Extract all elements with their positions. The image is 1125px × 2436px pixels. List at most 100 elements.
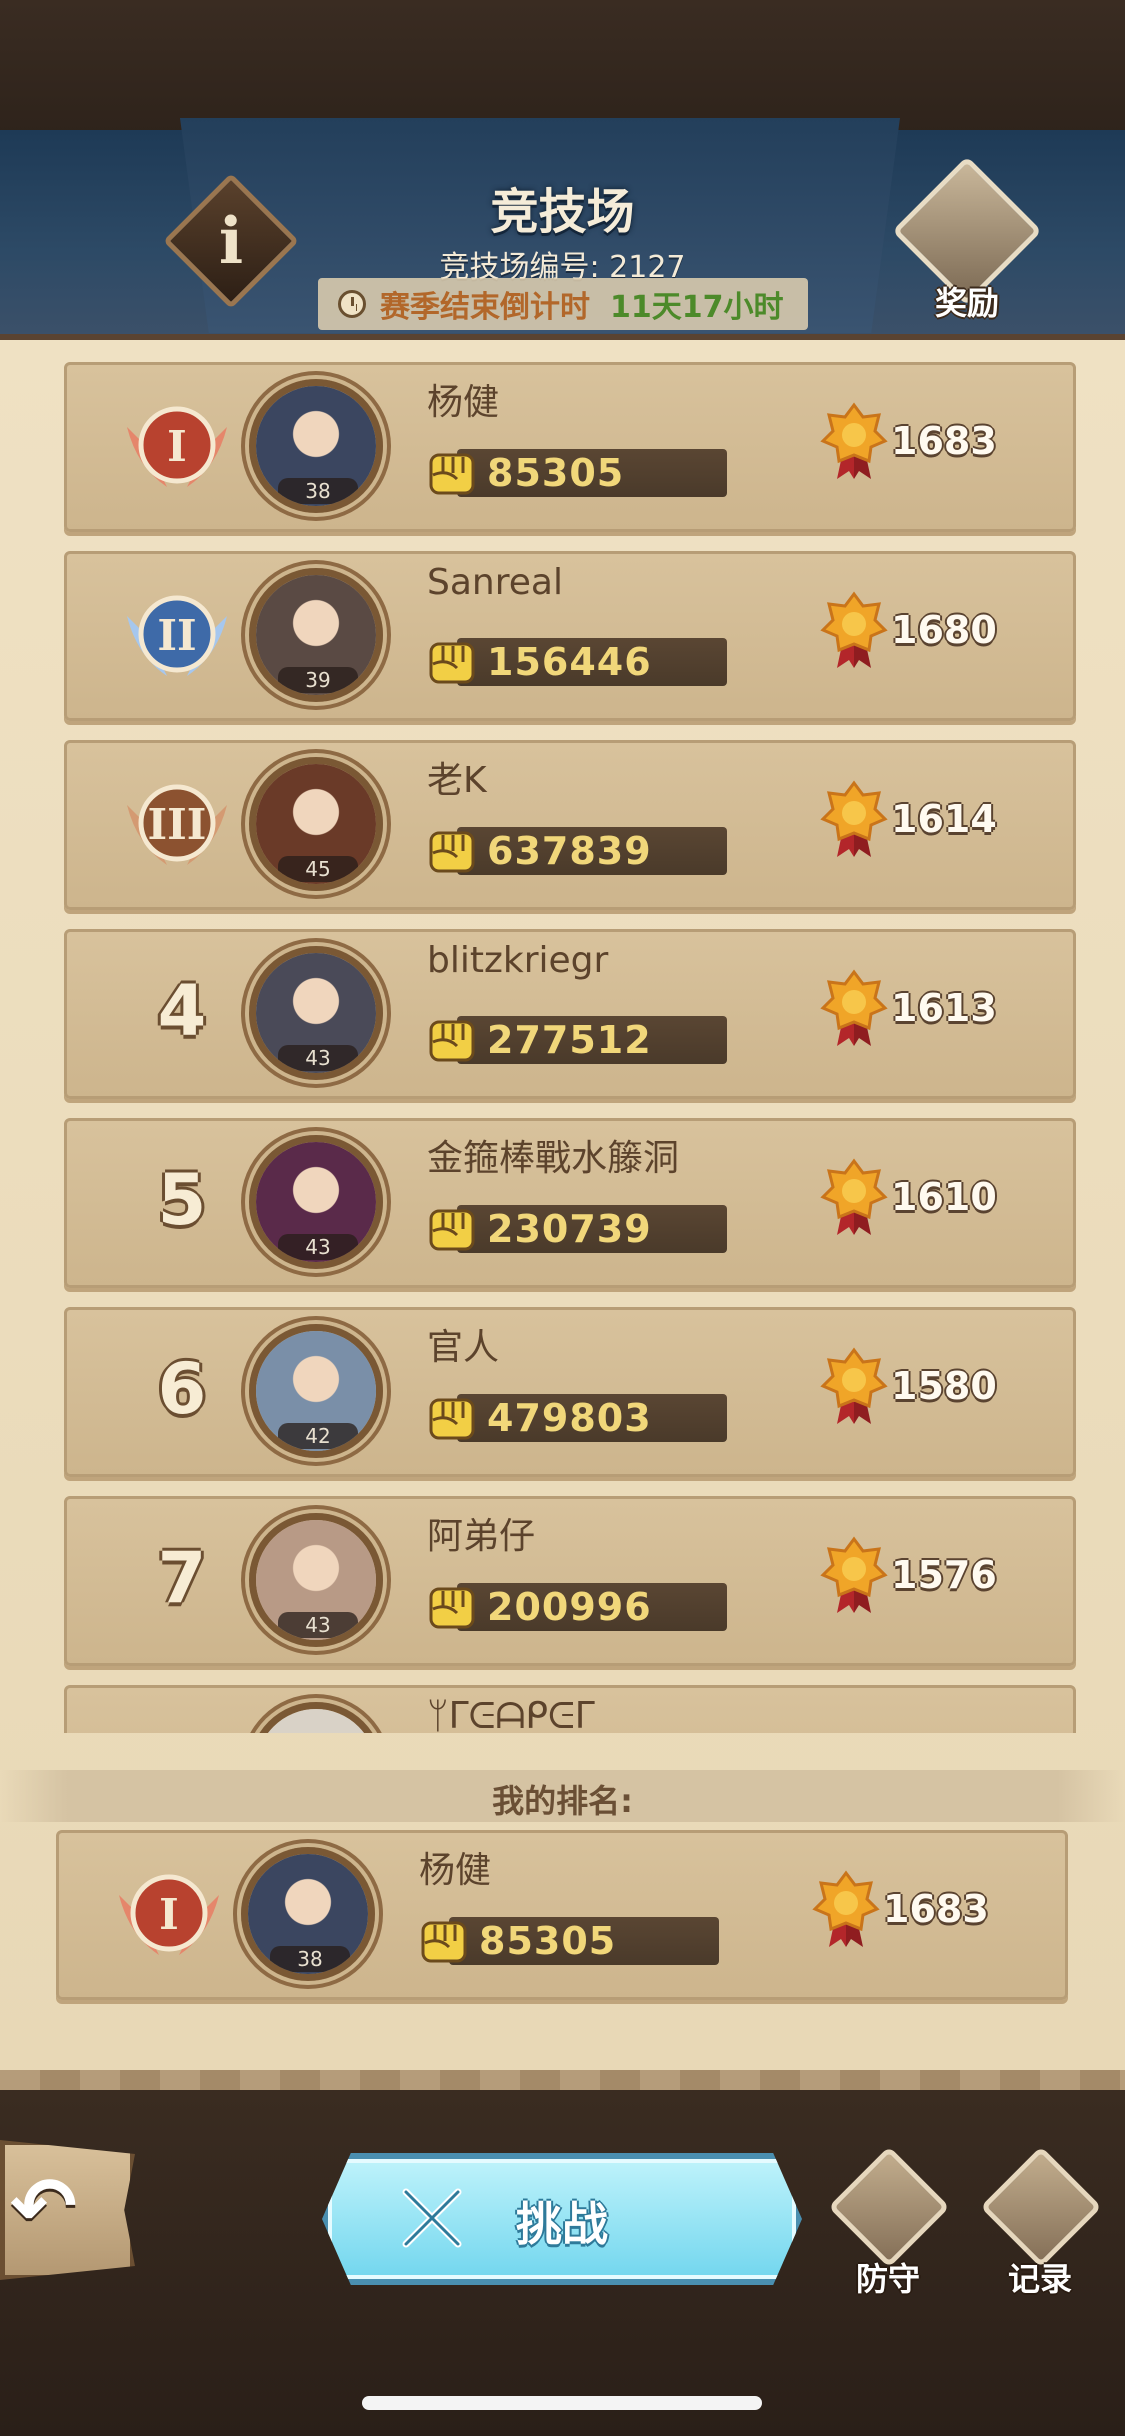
countdown-label: 赛季结束倒计时 (380, 290, 590, 325)
player-name: ᛘᒥᕮᗩᑭᕮᒥ (427, 1696, 595, 1733)
arena-score: 1680 (891, 608, 997, 652)
score-medal-icon (820, 780, 888, 857)
svg-text:I: I (159, 1890, 179, 1939)
player-level: 39 (278, 667, 358, 693)
player-level: 42 (278, 1423, 358, 1449)
shield-icon (828, 2146, 950, 2268)
score-medal-icon (820, 1536, 888, 1613)
power-value: 277512 (487, 1018, 652, 1062)
ranking-row[interactable]: 4 43 blitzkriegr 277512 1613 (64, 929, 1076, 1099)
fist-icon (429, 1398, 475, 1440)
svg-text:II: II (157, 611, 196, 660)
combat-power: 637839 (427, 823, 727, 877)
power-value: 85305 (487, 451, 625, 495)
combat-power: 200996 (427, 1579, 727, 1633)
ranking-list[interactable]: I 38 杨健 85305 1683 II 39 Sanreal 156446 1680 III 45… (0, 350, 1125, 1733)
combat-power: 230739 (427, 1201, 727, 1255)
player-name: 官人 (427, 1327, 500, 1368)
combat-power: 479803 (427, 1390, 727, 1444)
my-ranking-row[interactable]: I 38 杨健 85305 1683 (56, 1830, 1068, 2000)
player-name: 金箍棒戰水籐洞 (427, 1138, 680, 1179)
fist-icon (429, 453, 475, 495)
arena-score: 1613 (891, 986, 997, 1030)
back-arrow-icon[interactable]: ↶ (10, 2160, 77, 2253)
player-avatar[interactable]: 43 (249, 946, 383, 1080)
arena-score: 1580 (891, 1364, 997, 1408)
combat-power: 156446 (427, 634, 727, 688)
ranking-row[interactable]: 5 43 金箍棒戰水籐洞 230739 1610 (64, 1118, 1076, 1288)
power-value: 85305 (479, 1919, 617, 1963)
defense-label: 防守 (855, 2260, 920, 2298)
arena-score: 1576 (891, 1553, 997, 1597)
player-avatar[interactable]: 38 (241, 1847, 375, 1981)
arena-score: 1683 (891, 419, 997, 463)
player-avatar[interactable]: 42 (249, 1324, 383, 1458)
ranking-row[interactable]: 7 43 阿弟仔 200996 1576 (64, 1496, 1076, 1666)
player-avatar[interactable]: 39 (249, 568, 383, 702)
player-name: blitzkriegr (427, 940, 609, 981)
player-level: 38 (270, 1946, 350, 1972)
fist-icon (429, 1209, 475, 1251)
scroll-icon (980, 2146, 1102, 2268)
rank-1-badge-icon: I (119, 1874, 219, 1955)
score-medal-icon (820, 591, 888, 668)
svg-text:III: III (148, 800, 207, 849)
fist-icon (429, 831, 475, 873)
combat-power: 85305 (419, 1913, 719, 1967)
player-name: 杨健 (427, 382, 500, 423)
player-avatar[interactable]: 45 (249, 757, 383, 891)
power-value: 637839 (487, 829, 652, 873)
rank-number: 5 (157, 1159, 207, 1241)
power-value: 230739 (487, 1207, 652, 1251)
power-value: 156446 (487, 640, 652, 684)
arena-score: 1610 (891, 1175, 997, 1219)
player-avatar[interactable] (249, 1702, 383, 1733)
ranking-row[interactable]: II 39 Sanreal 156446 1680 (64, 551, 1076, 721)
svg-text:I: I (167, 422, 187, 471)
ranking-row[interactable]: 8 ᛘᒥᕮᗩᑭᕮᒥ (64, 1685, 1076, 1733)
fist-icon (421, 1921, 467, 1963)
player-avatar[interactable]: 38 (249, 379, 383, 513)
player-name: 阿弟仔 (427, 1516, 536, 1557)
player-level: 43 (278, 1612, 358, 1638)
score-medal-icon (820, 1158, 888, 1235)
score-medal-icon (820, 402, 888, 479)
my-rank-label: 我的排名: (492, 1782, 633, 1820)
ranking-row[interactable]: III 45 老K 637839 1614 (64, 740, 1076, 910)
score-medal-icon (820, 1347, 888, 1424)
ranking-row[interactable]: I 38 杨健 85305 1683 (64, 362, 1076, 532)
top-status-area (0, 0, 1125, 135)
clock-icon (338, 290, 366, 318)
fist-icon (429, 1587, 475, 1629)
score-medal-icon (820, 969, 888, 1046)
avatar-portrait (256, 1709, 376, 1733)
rank-number: 6 (157, 1348, 207, 1430)
score-medal-icon (812, 1870, 880, 1947)
rank-number: 4 (157, 970, 207, 1052)
combat-power: 277512 (427, 1012, 727, 1066)
power-value: 479803 (487, 1396, 652, 1440)
player-name: 杨健 (419, 1850, 492, 1891)
defense-button[interactable]: 防守 (818, 2146, 958, 2300)
player-level: 43 (278, 1045, 358, 1071)
records-label: 记录 (1007, 2260, 1072, 2298)
player-level: 43 (278, 1234, 358, 1260)
player-name: 老K (427, 760, 487, 801)
combat-power: 85305 (427, 445, 727, 499)
player-avatar[interactable]: 43 (249, 1513, 383, 1647)
home-indicator (362, 2396, 762, 2410)
player-level: 38 (278, 478, 358, 504)
challenge-label[interactable]: 挑战 (322, 2188, 802, 2254)
countdown-value: 11天17小时 (610, 290, 784, 325)
player-name: Sanreal (427, 562, 563, 603)
records-button[interactable]: 记录 (970, 2146, 1110, 2300)
ranking-row[interactable]: 6 42 官人 479803 1580 (64, 1307, 1076, 1477)
player-avatar[interactable]: 43 (249, 1135, 383, 1269)
player-level: 45 (278, 856, 358, 882)
reward-label: 奖励 (934, 284, 999, 322)
rank-2-badge-icon: II (127, 595, 227, 676)
season-countdown: 赛季结束倒计时 11天17小时 (318, 278, 808, 330)
rank-number: 7 (157, 1537, 207, 1619)
arena-score: 1683 (883, 1887, 989, 1931)
reward-button[interactable]: 奖励 (892, 156, 1042, 322)
